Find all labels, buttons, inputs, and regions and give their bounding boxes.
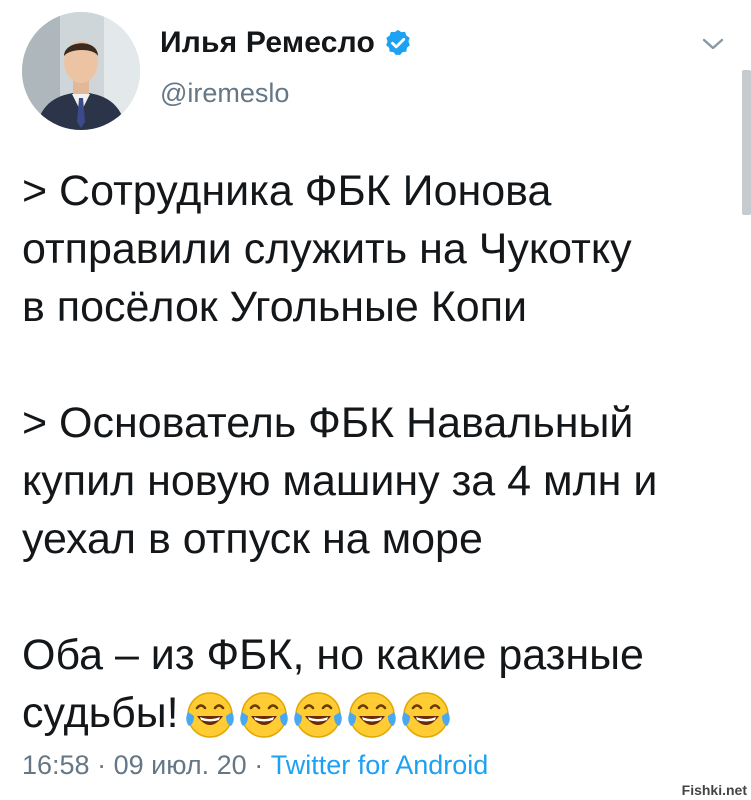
tweet-text: > Сотрудника ФБК Ионова отправили служит… xyxy=(22,162,737,745)
tweet-line: Оба – из ФБК, но какие разные xyxy=(22,631,644,679)
tweet-meta: 16:58 · 09 июл. 20 · Twitter for Android xyxy=(22,750,488,781)
tweet-line: купил новую машину за 4 млн и xyxy=(22,457,658,505)
face-with-tears-of-joy-icon xyxy=(401,690,451,740)
tweet-paragraph-3: Оба – из ФБК, но какие разные судьбы! xyxy=(22,626,737,745)
tweet-line: судьбы! xyxy=(22,689,179,737)
meta-separator: · xyxy=(97,750,107,780)
scrollbar[interactable] xyxy=(742,70,751,215)
tweet-line: отправили служить на Чукотку xyxy=(22,225,632,273)
face-with-tears-of-joy-icon xyxy=(347,690,397,740)
tweet-line: в посёлок Угольные Копи xyxy=(22,283,528,331)
author-name[interactable]: Илья Ремесло xyxy=(160,26,375,60)
face-with-tears-of-joy-icon xyxy=(293,690,343,740)
avatar[interactable] xyxy=(22,12,140,130)
tweet-time[interactable]: 16:58 xyxy=(22,750,90,780)
verified-badge-icon xyxy=(383,28,413,58)
tweet-source-link[interactable]: Twitter for Android xyxy=(271,750,489,780)
tweet-date[interactable]: 09 июл. 20 xyxy=(114,750,247,780)
chevron-down-icon[interactable] xyxy=(700,34,726,54)
tweet-line: > Сотрудника ФБК Ионова xyxy=(22,167,552,215)
face-with-tears-of-joy-icon xyxy=(185,690,235,740)
author-row[interactable]: Илья Ремесло xyxy=(160,26,413,60)
tweet-line: уехал в отпуск на море xyxy=(22,515,483,563)
emoji-row xyxy=(185,687,455,745)
meta-separator: · xyxy=(254,750,264,780)
tweet-line: > Основатель ФБК Навальный xyxy=(22,399,634,447)
tweet-paragraph-1: > Сотрудника ФБК Ионова отправили служит… xyxy=(22,162,737,336)
author-handle[interactable]: @iremeslo xyxy=(160,78,289,109)
tweet-paragraph-2: > Основатель ФБК Навальный купил новую м… xyxy=(22,394,737,568)
avatar-photo xyxy=(22,12,140,130)
watermark: Fishki.net xyxy=(681,782,747,798)
face-with-tears-of-joy-icon xyxy=(239,690,289,740)
